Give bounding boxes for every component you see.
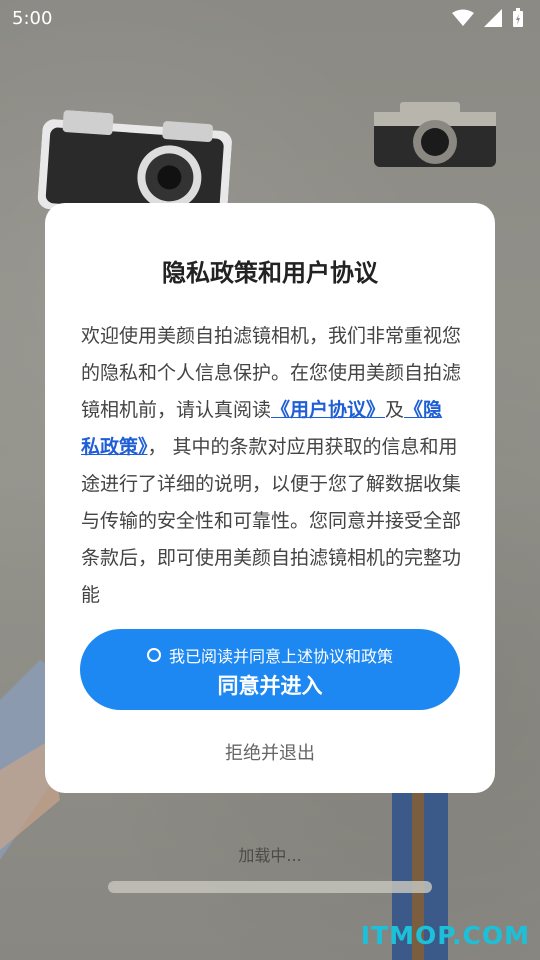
vintage-camera-image bbox=[374, 102, 496, 167]
status-time: 5:00 bbox=[12, 7, 53, 29]
privacy-dialog: 隐私政策和用户协议 欢迎使用美颜自拍滤镜相机，我们非常重视您的隐私和个人信息保护… bbox=[45, 203, 495, 793]
agree-button-label: 同意并进入 bbox=[217, 674, 323, 698]
dialog-title: 隐私政策和用户协议 bbox=[162, 259, 378, 287]
agree-checkbox-label: 我已阅读并同意上述协议和政策 bbox=[168, 647, 393, 666]
dialog-text-and: 及 bbox=[385, 399, 405, 421]
dialog-text-part2: ， 其中的条款对应用获取的信息和用途进行了详细的说明，以便于您了解数据收集与传输… bbox=[81, 436, 462, 606]
loading-progress-bar bbox=[108, 881, 432, 893]
battery-icon bbox=[513, 8, 523, 27]
user-agreement-link[interactable]: 《用户协议》 bbox=[271, 399, 385, 421]
wifi-icon bbox=[452, 9, 474, 26]
agree-checkbox-row[interactable]: 我已阅读并同意上述协议和政策 bbox=[80, 643, 460, 667]
loading-text: 加载中... bbox=[238, 846, 302, 865]
agree-and-enter-button[interactable]: 我已阅读并同意上述协议和政策 同意并进入 bbox=[80, 629, 460, 710]
reject-and-exit-button[interactable]: 拒绝并退出 bbox=[45, 739, 495, 765]
dialog-body-text: 欢迎使用美颜自拍滤镜相机，我们非常重视您的隐私和个人信息保护。在您使用美颜自拍滤… bbox=[81, 318, 461, 614]
status-icons bbox=[452, 8, 524, 28]
status-bar: 5:00 bbox=[0, 0, 540, 36]
radio-unchecked-icon[interactable] bbox=[146, 648, 161, 662]
signal-icon bbox=[484, 9, 502, 27]
watermark-logo: ITMOP.COM bbox=[360, 921, 530, 950]
